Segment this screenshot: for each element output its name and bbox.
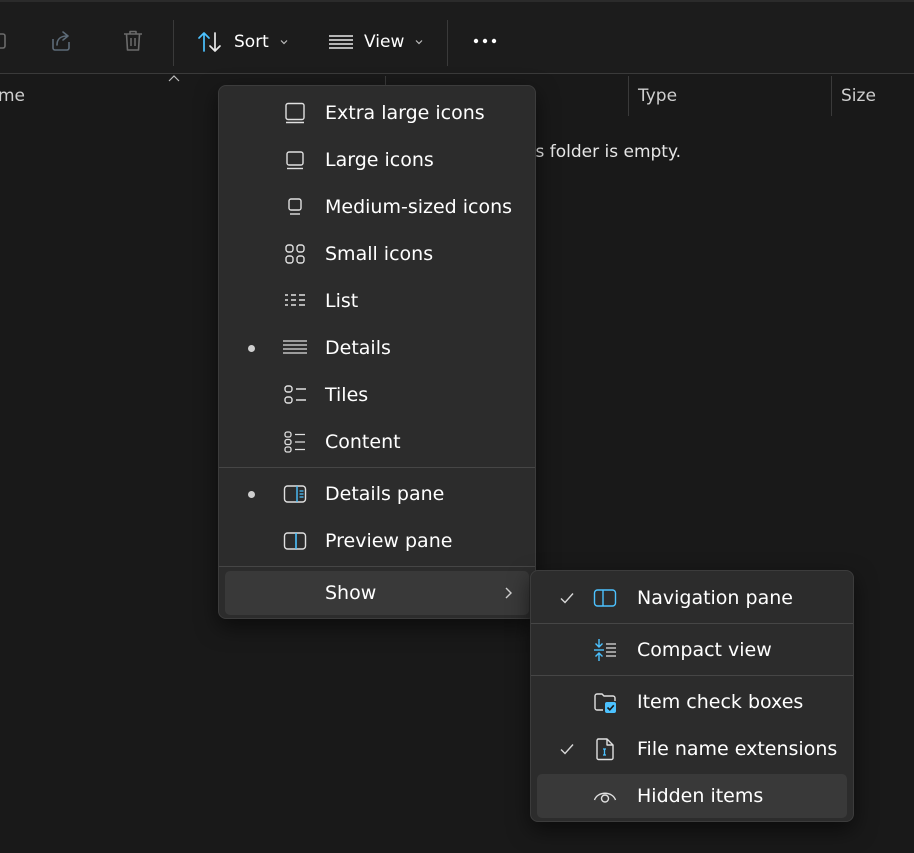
menu-item-label: Navigation pane — [637, 587, 793, 609]
menu-item-label: Item check boxes — [637, 691, 804, 713]
view-menu: Extra large icons Large icons Medium-siz… — [218, 85, 536, 619]
content-icon — [284, 431, 305, 453]
preview-pane-icon — [283, 532, 307, 550]
menu-item-details[interactable]: Details — [225, 326, 529, 370]
menu-item-label: File name extensions — [637, 738, 838, 760]
toolbar-separator — [447, 20, 448, 66]
menu-separator — [531, 675, 853, 676]
menu-item-tiles[interactable]: Tiles — [225, 373, 529, 417]
menu-item-small-icons[interactable]: Small icons — [225, 232, 529, 276]
delete-icon[interactable] — [120, 28, 146, 54]
column-header-name[interactable]: me — [0, 86, 25, 106]
view-icon — [329, 35, 353, 49]
menu-item-label: Details — [325, 337, 391, 359]
column-header-size[interactable]: Size — [841, 86, 876, 106]
menu-item-label: Large icons — [325, 149, 434, 171]
sort-button[interactable]: Sort — [196, 26, 289, 58]
small-icons-icon — [285, 244, 305, 264]
details-pane-icon — [283, 485, 307, 503]
column-header-type[interactable]: Type — [638, 86, 677, 106]
view-label: View — [364, 32, 405, 52]
menu-item-content[interactable]: Content — [225, 420, 529, 464]
large-icons-icon — [286, 151, 304, 170]
menu-item-show[interactable]: Show — [225, 571, 529, 615]
item-check-boxes-icon — [594, 693, 616, 713]
chevron-right-icon — [505, 587, 512, 599]
sort-caret-icon — [168, 75, 180, 82]
chevron-down-icon — [280, 40, 288, 45]
menu-item-label: Details pane — [325, 483, 445, 505]
menu-item-label: Show — [325, 582, 377, 604]
menu-item-list[interactable]: List — [225, 279, 529, 323]
checkmark-icon — [560, 744, 574, 755]
toolbar-divider — [0, 73, 914, 74]
rename-icon[interactable] — [0, 28, 10, 54]
sort-label: Sort — [234, 32, 269, 52]
more-icon[interactable] — [472, 28, 498, 54]
toolbar-separator — [173, 20, 174, 66]
checkmark-icon — [560, 593, 574, 604]
view-button[interactable]: View — [328, 26, 424, 58]
menu-separator — [219, 467, 535, 468]
details-icon — [283, 340, 307, 354]
menu-item-label: Tiles — [325, 384, 369, 406]
compact-view-icon — [594, 639, 616, 661]
menu-item-navigation-pane[interactable]: Navigation pane — [537, 576, 847, 620]
menu-item-medium-icons[interactable]: Medium-sized icons — [225, 185, 529, 229]
menu-item-extra-large-icons[interactable]: Extra large icons — [225, 91, 529, 135]
menu-item-label: Compact view — [637, 639, 772, 661]
extra-large-icons-icon — [285, 102, 305, 124]
command-bar: Sort View — [0, 2, 914, 74]
menu-item-details-pane[interactable]: Details pane — [225, 472, 529, 516]
medium-icons-icon — [288, 198, 302, 215]
menu-item-label: Extra large icons — [325, 102, 485, 124]
menu-item-label: Hidden items — [637, 785, 764, 807]
column-separator[interactable] — [831, 76, 832, 116]
menu-item-label: List — [325, 290, 359, 312]
file-extensions-icon — [596, 738, 614, 761]
share-icon[interactable] — [48, 28, 74, 54]
show-submenu: Navigation pane Compact view Item check … — [530, 570, 854, 822]
list-icon — [285, 294, 305, 306]
chevron-down-icon — [415, 40, 423, 45]
menu-item-label: Small icons — [325, 243, 434, 265]
menu-item-item-check-boxes[interactable]: Item check boxes — [537, 680, 847, 724]
selected-bullet-icon — [248, 491, 255, 498]
menu-item-hidden-items[interactable]: Hidden items — [537, 774, 847, 818]
file-explorer-window: Sort View me Type Size his folder is emp… — [0, 0, 914, 853]
sort-icon — [198, 32, 221, 52]
hidden-items-icon — [593, 792, 617, 803]
menu-item-label: Preview pane — [325, 530, 453, 552]
tiles-icon — [284, 385, 306, 404]
menu-separator — [531, 623, 853, 624]
menu-item-compact-view[interactable]: Compact view — [537, 628, 847, 672]
navigation-pane-icon — [593, 589, 617, 607]
menu-item-label: Content — [325, 431, 401, 453]
selected-bullet-icon — [248, 345, 255, 352]
column-separator[interactable] — [628, 76, 629, 116]
menu-item-large-icons[interactable]: Large icons — [225, 138, 529, 182]
menu-separator — [219, 566, 535, 567]
menu-item-preview-pane[interactable]: Preview pane — [225, 519, 529, 563]
menu-item-label: Medium-sized icons — [325, 196, 513, 218]
empty-folder-message: his folder is empty. — [520, 142, 682, 162]
menu-item-file-name-extensions[interactable]: File name extensions — [537, 727, 847, 771]
